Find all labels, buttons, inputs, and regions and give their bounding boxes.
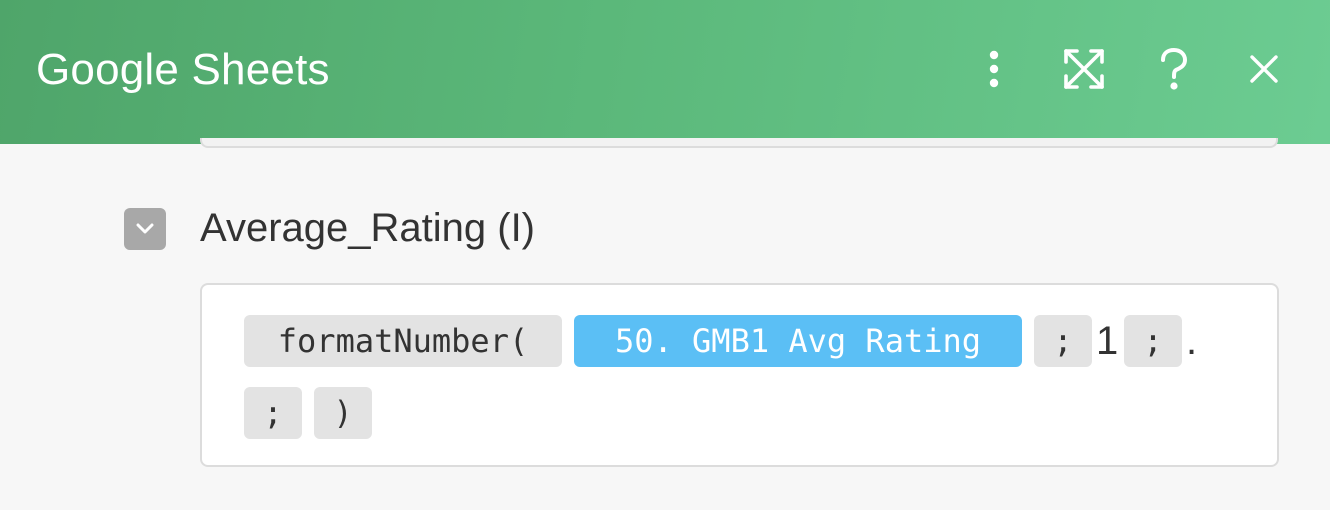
chevron-down-icon [136, 223, 154, 234]
expand-arrows-icon [1064, 49, 1104, 89]
previous-field-input[interactable] [200, 138, 1278, 148]
module-header: Google Sheets [0, 0, 1330, 144]
formula-input[interactable]: formatNumber( 50. GMB1 Avg Rating ; 1 ; … [200, 283, 1279, 467]
separator-token[interactable]: ; [1124, 315, 1182, 367]
close-button[interactable] [1238, 44, 1290, 94]
variable-token[interactable]: 50. GMB1 Avg Rating [574, 315, 1022, 367]
separator-token[interactable]: ; [1034, 315, 1092, 367]
question-mark-icon [1161, 48, 1187, 90]
header-actions [968, 44, 1290, 94]
more-options-button[interactable] [968, 44, 1020, 94]
module-title: Google Sheets [36, 45, 330, 94]
separator-token[interactable]: ; [244, 387, 302, 439]
argument-value: 1 [1096, 319, 1119, 363]
vertical-dots-icon [989, 50, 999, 88]
field-collapse-toggle[interactable] [124, 208, 166, 250]
maximize-button[interactable] [1058, 44, 1110, 94]
field-label: Average_Rating (I) [200, 206, 535, 250]
close-x-icon [1250, 55, 1278, 83]
close-paren-token[interactable]: ) [314, 387, 372, 439]
help-button[interactable] [1148, 44, 1200, 94]
function-token[interactable]: formatNumber( [244, 315, 562, 367]
argument-value: . [1186, 319, 1198, 363]
